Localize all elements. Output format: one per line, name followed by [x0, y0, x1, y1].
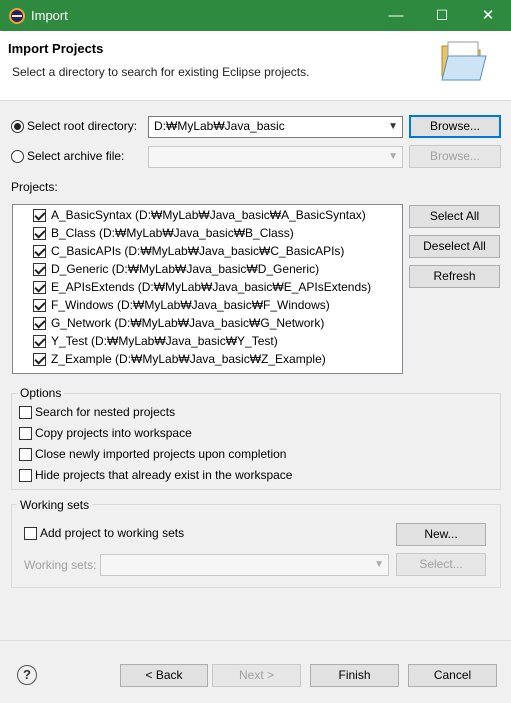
next-button[interactable]: Next >: [212, 664, 301, 687]
select-working-sets-button[interactable]: Select...: [396, 553, 486, 576]
archive-file-combo[interactable]: ▼: [148, 146, 403, 168]
footer-separator: [0, 640, 511, 641]
list-item: Y_Test (D:₩MyLab₩Java_basic₩Y_Test): [51, 334, 278, 348]
option-checkbox[interactable]: [19, 406, 32, 419]
project-checkbox[interactable]: [33, 299, 46, 312]
project-checkbox[interactable]: [33, 263, 46, 276]
root-directory-label: Select root directory:: [27, 119, 138, 133]
wizard-header: Import Projects Select a directory to se…: [0, 31, 511, 101]
list-item: C_BasicAPIs (D:₩MyLab₩Java_basic₩C_Basic…: [51, 244, 345, 258]
options-label: Options: [17, 386, 65, 400]
project-checkbox[interactable]: [33, 353, 46, 366]
list-item: F_Windows (D:₩MyLab₩Java_basic₩F_Windows…: [51, 298, 330, 312]
working-sets-field-label: Working sets:: [24, 558, 97, 572]
list-item: Z_Example (D:₩MyLab₩Java_basic₩Z_Example…: [51, 352, 326, 366]
maximize-button[interactable]: ☐: [419, 0, 465, 31]
project-checkbox[interactable]: [33, 227, 46, 240]
browse-button[interactable]: Browse...: [409, 115, 501, 138]
list-item: A_BasicSyntax (D:₩MyLab₩Java_basic₩A_Bas…: [51, 208, 366, 222]
new-working-set-button[interactable]: New...: [396, 523, 486, 546]
list-item: D_Generic (D:₩MyLab₩Java_basic₩D_Generic…: [51, 262, 320, 276]
chevron-down-icon: ▼: [388, 121, 398, 132]
root-directory-value: D:₩MyLab₩Java_basic: [154, 119, 285, 133]
working-sets-label: Working sets: [17, 498, 93, 512]
project-checkbox[interactable]: [33, 335, 46, 348]
option-checkbox[interactable]: [19, 469, 32, 482]
help-icon[interactable]: ?: [17, 665, 37, 685]
list-item: B_Class (D:₩MyLab₩Java_basic₩B_Class): [51, 226, 294, 240]
refresh-button[interactable]: Refresh: [409, 265, 500, 288]
browse-archive-button[interactable]: Browse...: [409, 145, 501, 168]
window-title: Import: [31, 8, 68, 23]
project-checkbox[interactable]: [33, 245, 46, 258]
title-bar: Import — ☐ ✕: [0, 0, 511, 31]
option-checkbox[interactable]: [19, 448, 32, 461]
option-label: Search for nested projects: [35, 405, 176, 419]
eclipse-icon: [9, 8, 25, 24]
option-label: Hide projects that already exist in the …: [35, 468, 293, 482]
option-label: Close newly imported projects upon compl…: [35, 447, 287, 461]
add-to-working-sets-checkbox[interactable]: [24, 527, 37, 540]
projects-list[interactable]: A_BasicSyntax (D:₩MyLab₩Java_basic₩A_Bas…: [12, 204, 403, 374]
list-item: E_APIsExtends (D:₩MyLab₩Java_basic₩E_API…: [51, 280, 372, 294]
archive-file-radio[interactable]: [11, 150, 24, 163]
minimize-button[interactable]: —: [373, 0, 419, 31]
root-directory-combo[interactable]: D:₩MyLab₩Java_basic ▼: [148, 116, 403, 138]
close-button[interactable]: ✕: [465, 0, 511, 31]
add-to-working-sets-label: Add project to working sets: [40, 526, 185, 540]
chevron-down-icon: ▼: [388, 151, 398, 162]
page-title: Import Projects: [8, 41, 104, 56]
archive-file-label: Select archive file:: [27, 149, 125, 163]
select-all-button[interactable]: Select All: [409, 205, 500, 228]
project-checkbox[interactable]: [33, 281, 46, 294]
project-checkbox[interactable]: [33, 209, 46, 222]
working-sets-combo[interactable]: ▼: [100, 554, 389, 576]
cancel-button[interactable]: Cancel: [408, 664, 497, 687]
root-directory-radio[interactable]: [11, 120, 24, 133]
option-checkbox[interactable]: [19, 427, 32, 440]
list-item: G_Network (D:₩MyLab₩Java_basic₩G_Network…: [51, 316, 325, 330]
project-checkbox[interactable]: [33, 317, 46, 330]
page-description: Select a directory to search for existin…: [12, 65, 310, 79]
projects-label: Projects:: [11, 180, 58, 194]
deselect-all-button[interactable]: Deselect All: [409, 235, 500, 258]
back-button[interactable]: < Back: [120, 664, 208, 687]
option-label: Copy projects into workspace: [35, 426, 192, 440]
finish-button[interactable]: Finish: [310, 664, 399, 687]
folder-icon: [441, 41, 487, 81]
chevron-down-icon: ▼: [374, 559, 384, 570]
